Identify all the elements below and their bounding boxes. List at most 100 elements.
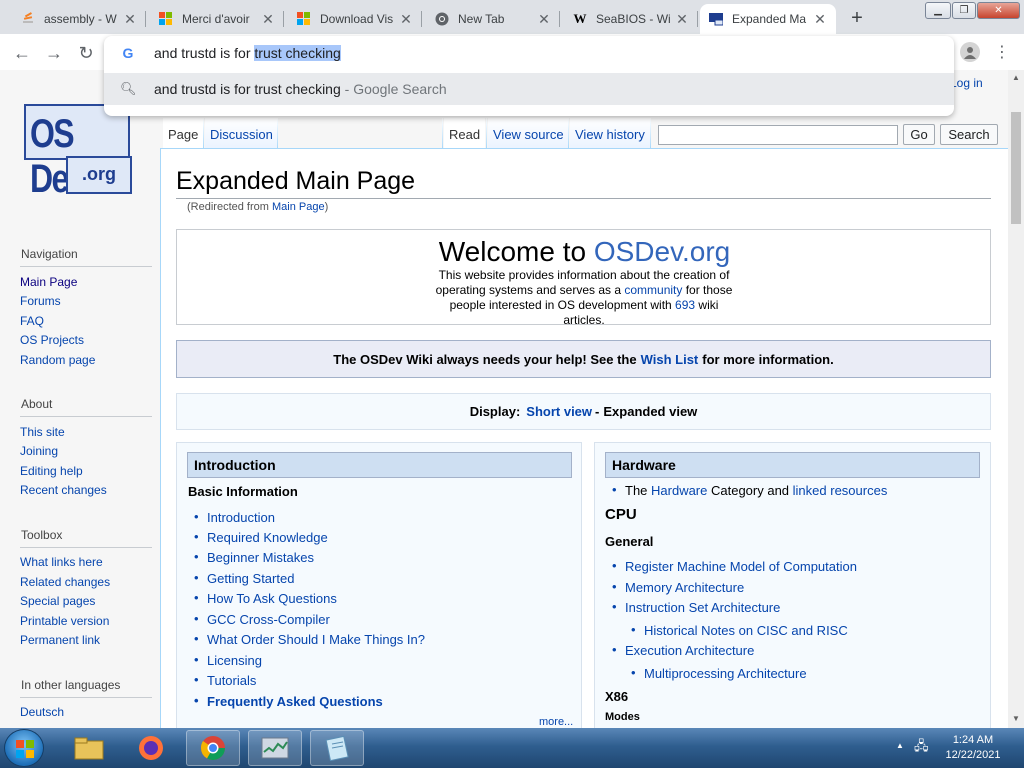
sidebar-item-deutsch[interactable]: Deutsch: [20, 705, 64, 719]
list-item[interactable]: What Order Should I Make Things In?: [194, 631, 425, 647]
minimize-icon[interactable]: ▁: [925, 2, 951, 19]
welcome-title: Welcome to OSDev.org: [438, 236, 731, 267]
tab-read[interactable]: Read: [444, 118, 486, 149]
new-tab-icon[interactable]: +: [845, 6, 869, 30]
menu-kebab-icon[interactable]: ⋮: [994, 42, 1010, 62]
hardware-category-line: The Hardware Category and linked resourc…: [612, 482, 888, 498]
scroll-down-icon[interactable]: ▼: [1012, 714, 1020, 723]
sidebar-item-special-pages[interactable]: Special pages: [20, 594, 95, 608]
tab-view-source[interactable]: View source: [488, 118, 569, 149]
modes-heading: Modes: [605, 711, 640, 723]
list-item[interactable]: Licensing: [194, 652, 262, 668]
short-view-link[interactable]: Short view: [526, 404, 592, 419]
scrollbar-thumb[interactable]: [1011, 112, 1021, 224]
display-toggle: Display: Short view - Expanded view: [176, 393, 991, 430]
chrome-icon: [434, 11, 450, 27]
hardware-link[interactable]: Hardware: [651, 483, 707, 498]
close-tab-icon[interactable]: ✕: [260, 11, 276, 28]
sidebar-item-os-projects[interactable]: OS Projects: [20, 333, 84, 347]
address-bar-input[interactable]: G and trustd is for trust checking: [104, 36, 954, 70]
firefox-icon[interactable]: [124, 730, 178, 766]
list-item[interactable]: How To Ask Questions: [194, 590, 337, 606]
tab-view-history[interactable]: View history: [570, 118, 650, 149]
sidebar-item-printable-version[interactable]: Printable version: [20, 614, 109, 628]
linked-resources-link[interactable]: linked resources: [793, 483, 888, 498]
tab-page[interactable]: Page: [163, 118, 204, 149]
microsoft-icon: [158, 11, 174, 27]
list-item[interactable]: Beginner Mistakes: [194, 549, 314, 565]
faq-link[interactable]: Frequently Asked Questions: [194, 693, 383, 709]
network-icon[interactable]: 🖧: [914, 737, 929, 759]
sidebar-item-recent-changes[interactable]: Recent changes: [20, 483, 107, 497]
redirect-link[interactable]: Main Page: [272, 201, 325, 213]
chrome-taskbar-icon[interactable]: [186, 730, 240, 766]
list-item[interactable]: Introduction: [194, 509, 275, 525]
list-item[interactable]: Execution Architecture: [612, 642, 754, 658]
omnibox-suggestion[interactable]: 🔍︎ and trustd is for trust checking - Go…: [104, 73, 954, 105]
article-count-link[interactable]: 693: [675, 298, 695, 312]
tab-expanded-main[interactable]: Expanded Ma ✕: [700, 4, 836, 34]
sidebar-item-joining[interactable]: Joining: [20, 444, 58, 458]
task-manager-icon[interactable]: [248, 730, 302, 766]
wish-list-link[interactable]: Wish List: [641, 352, 699, 367]
osdev-org-link[interactable]: OSDev.org: [594, 236, 730, 267]
community-link[interactable]: community: [624, 283, 682, 297]
wikipedia-icon: W: [573, 11, 587, 26]
back-arrow-icon[interactable]: ←: [10, 41, 34, 65]
wiki-search-input[interactable]: [658, 125, 898, 145]
list-item[interactable]: Memory Architecture: [612, 579, 744, 595]
list-item[interactable]: Multiprocessing Architecture: [631, 665, 807, 681]
scroll-up-icon[interactable]: ▲: [1012, 73, 1020, 82]
sidebar-item-random-page[interactable]: Random page: [20, 353, 95, 367]
login-link[interactable]: Log in: [950, 76, 983, 90]
notepad-icon[interactable]: [310, 730, 364, 766]
restore-icon[interactable]: ❐: [952, 2, 976, 19]
sidebar-item-faq[interactable]: FAQ: [20, 314, 44, 328]
tab-merci[interactable]: Merci d'avoir ✕: [150, 4, 284, 34]
tab-new-tab[interactable]: New Tab ✕: [426, 4, 560, 34]
close-tab-icon[interactable]: ✕: [536, 11, 552, 28]
sidebar-item-permanent-link[interactable]: Permanent link: [20, 633, 100, 647]
close-window-icon[interactable]: ✕: [977, 2, 1020, 19]
sidebar-item-related-changes[interactable]: Related changes: [20, 575, 110, 589]
web-page: Log in OS Dev .org Page Discussion Read …: [0, 70, 1008, 728]
omnibox-dropdown: G and trustd is for trust checking 🔍︎ an…: [104, 36, 954, 116]
taskbar-clock[interactable]: 1:24 AM 12/22/2021: [938, 733, 1008, 763]
close-tab-icon[interactable]: ✕: [398, 11, 414, 28]
tab-seabios[interactable]: W SeaBIOS - Wi ✕: [564, 4, 698, 34]
forward-arrow-icon[interactable]: →: [42, 41, 66, 65]
sidebar-item-this-site[interactable]: This site: [20, 425, 65, 439]
close-tab-icon[interactable]: ✕: [122, 11, 138, 28]
welcome-box: Welcome to OSDev.org This website provid…: [176, 229, 991, 327]
list-item[interactable]: Instruction Set Architecture: [612, 599, 780, 615]
file-explorer-icon[interactable]: [62, 730, 116, 766]
list-item[interactable]: GCC Cross-Compiler: [194, 611, 330, 627]
sidebar-item-what-links-here[interactable]: What links here: [20, 555, 103, 569]
sidebar-heading-about: About: [21, 397, 53, 411]
list-item[interactable]: Required Knowledge: [194, 529, 328, 545]
profile-avatar-icon[interactable]: [960, 42, 980, 62]
close-tab-icon[interactable]: ✕: [812, 11, 828, 28]
sidebar-item-main-page[interactable]: Main Page: [20, 275, 77, 289]
reload-icon[interactable]: ↻: [74, 41, 98, 65]
list-item[interactable]: Historical Notes on CISC and RISC: [631, 622, 848, 638]
page-scrollbar[interactable]: ▲ ▼: [1008, 70, 1024, 728]
show-hidden-icons-icon[interactable]: ▲: [896, 741, 904, 750]
tab-download[interactable]: Download Vis ✕: [288, 4, 422, 34]
list-item[interactable]: Register Machine Model of Computation: [612, 558, 857, 574]
sidebar-item-forums[interactable]: Forums: [20, 294, 61, 308]
tab-assembly[interactable]: assembly - W ✕: [12, 4, 146, 34]
sidebar-heading-navigation: Navigation: [21, 247, 78, 261]
go-button[interactable]: Go: [903, 124, 935, 145]
close-tab-icon[interactable]: ✕: [674, 11, 690, 28]
basic-information-label: Basic Information: [188, 484, 298, 499]
more-link[interactable]: more...: [539, 716, 573, 728]
list-item[interactable]: Tutorials: [194, 672, 256, 688]
introduction-panel: Introduction Basic Information Introduct…: [176, 442, 582, 728]
taskbar: [0, 728, 1024, 768]
tab-discussion[interactable]: Discussion: [205, 118, 278, 149]
start-button[interactable]: [4, 729, 44, 767]
list-item[interactable]: Getting Started: [194, 570, 295, 586]
sidebar-item-editing-help[interactable]: Editing help: [20, 464, 83, 478]
search-button[interactable]: Search: [940, 124, 998, 145]
